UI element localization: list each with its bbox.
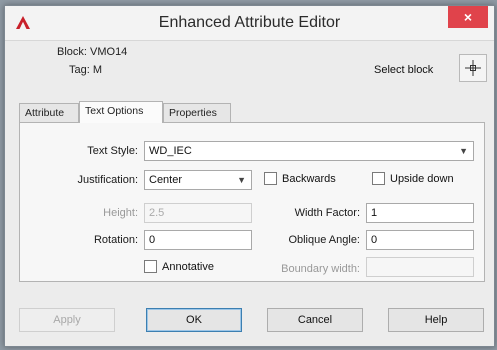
height-label: Height: bbox=[103, 207, 138, 219]
upside-down-checkbox[interactable] bbox=[372, 172, 385, 185]
text-options-panel: Text Style: WD_IEC ▼ Justification: Cent… bbox=[19, 122, 485, 282]
block-name-label: Block: VMO14 bbox=[57, 46, 128, 58]
oblique-angle-field[interactable]: 0 bbox=[366, 230, 474, 250]
justification-dropdown[interactable]: Center ▼ bbox=[144, 170, 252, 190]
tab-text-options[interactable]: Text Options bbox=[79, 101, 163, 123]
apply-button: Apply bbox=[19, 308, 115, 332]
backwards-checkbox[interactable] bbox=[264, 172, 277, 185]
close-button[interactable]: × bbox=[448, 6, 488, 28]
select-block-button[interactable] bbox=[459, 54, 487, 82]
attribute-editor-window: Enhanced Attribute Editor × Block: VMO14… bbox=[4, 5, 495, 347]
upside-down-label: Upside down bbox=[390, 173, 454, 185]
tab-attribute[interactable]: Attribute bbox=[19, 103, 79, 122]
text-style-dropdown[interactable]: WD_IEC ▼ bbox=[144, 141, 474, 161]
boundary-width-field bbox=[366, 257, 474, 277]
annotative-label: Annotative bbox=[162, 261, 214, 273]
rotation-field[interactable]: 0 bbox=[144, 230, 252, 250]
tab-properties[interactable]: Properties bbox=[163, 103, 231, 122]
tag-name-label: Tag: M bbox=[69, 64, 103, 76]
oblique-angle-label: Oblique Angle: bbox=[288, 234, 360, 246]
help-button[interactable]: Help bbox=[388, 308, 484, 332]
title-bar: Enhanced Attribute Editor × bbox=[5, 6, 494, 41]
rotation-label: Rotation: bbox=[93, 234, 138, 246]
select-block-label: Select block bbox=[374, 64, 434, 76]
annotative-checkbox[interactable] bbox=[144, 260, 157, 273]
chevron-down-icon: ▼ bbox=[237, 175, 246, 185]
justification-label: Justification: bbox=[77, 174, 138, 186]
window-title: Enhanced Attribute Editor bbox=[158, 14, 341, 31]
text-style-value: WD_IEC bbox=[149, 145, 192, 157]
text-style-label: Text Style: bbox=[87, 145, 138, 157]
height-field[interactable]: 2.5 bbox=[144, 203, 252, 223]
backwards-label: Backwards bbox=[282, 173, 336, 185]
ok-button[interactable]: OK bbox=[146, 308, 242, 332]
justification-value: Center bbox=[149, 174, 183, 186]
chevron-down-icon: ▼ bbox=[459, 146, 468, 156]
width-factor-label: Width Factor: bbox=[294, 207, 360, 219]
pick-crosshair-icon bbox=[465, 60, 481, 76]
width-factor-field[interactable]: 1 bbox=[366, 203, 474, 223]
cancel-button[interactable]: Cancel bbox=[267, 308, 363, 332]
boundary-width-label: Boundary width: bbox=[281, 263, 360, 275]
